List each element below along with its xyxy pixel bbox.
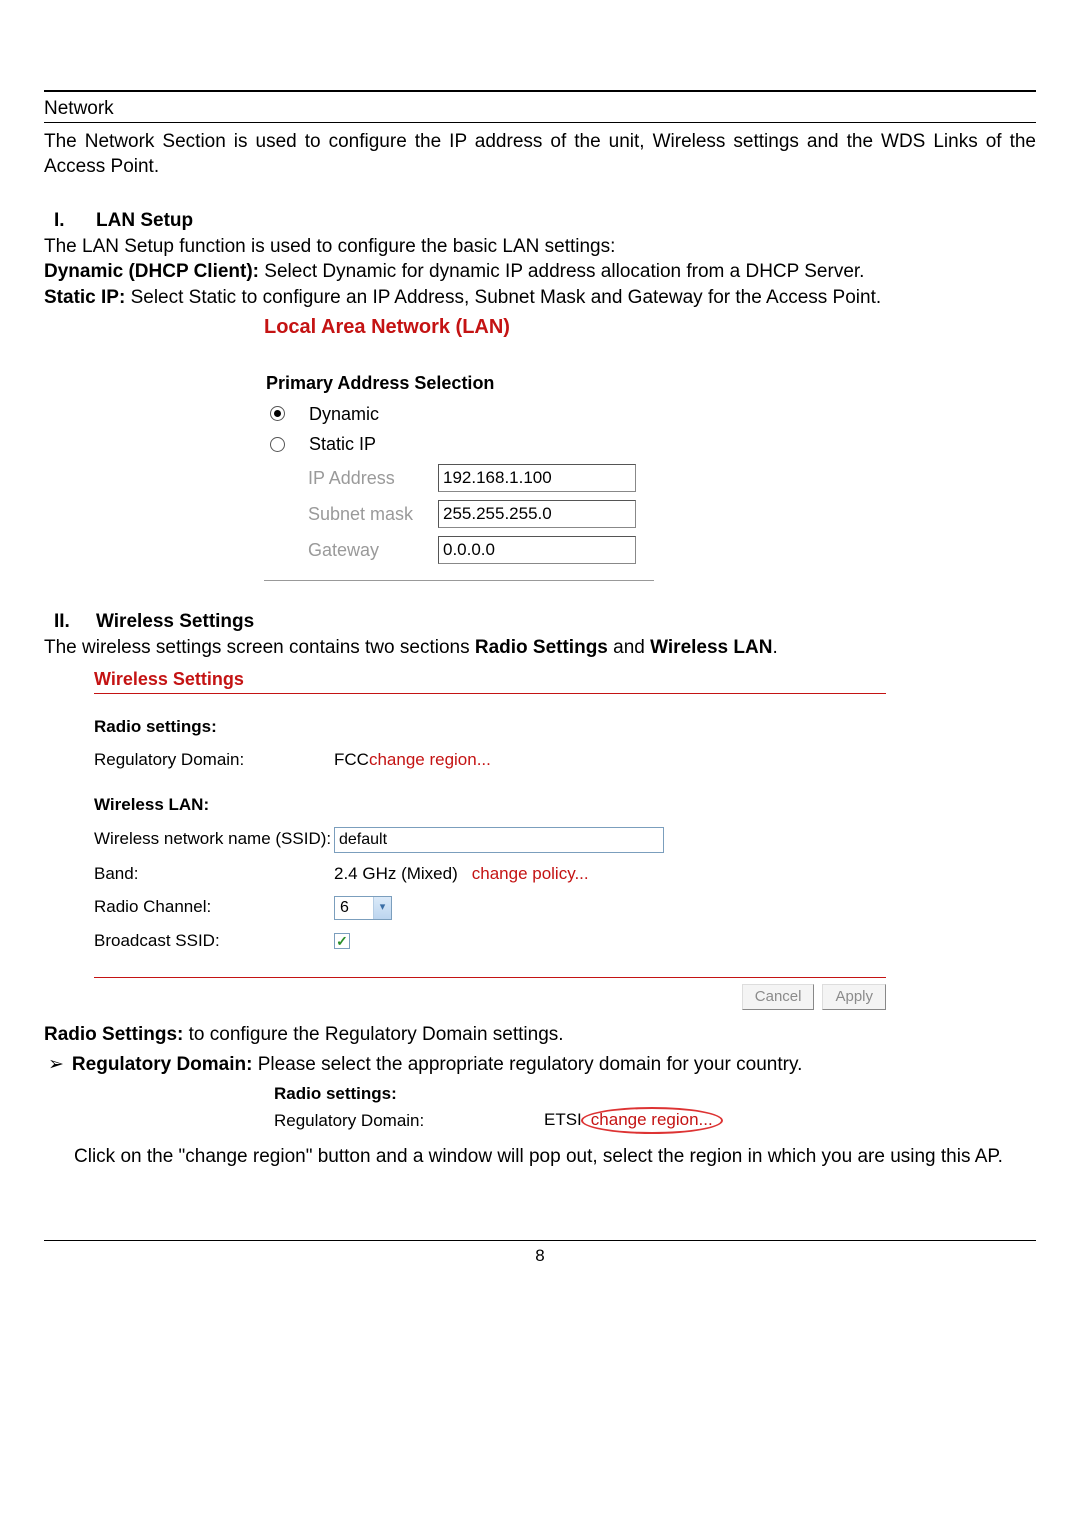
broadcast-ssid-label: Broadcast SSID: <box>94 930 334 953</box>
regulatory-domain-label2: Regulatory Domain: <box>274 1110 544 1133</box>
lan-panel-title: Local Area Network (LAN) <box>264 314 654 341</box>
radio-dynamic[interactable]: Dynamic <box>270 402 654 426</box>
apply-button[interactable]: Apply <box>822 984 886 1010</box>
lan-static: Static IP: Select Static to configure an… <box>44 285 1036 311</box>
subnet-mask-input[interactable] <box>438 500 636 528</box>
ssid-label: Wireless network name (SSID): <box>94 828 334 851</box>
broadcast-ssid-checkbox[interactable]: ✓ <box>334 933 350 949</box>
lan-panel: Local Area Network (LAN) Primary Address… <box>264 314 654 581</box>
gateway-input[interactable] <box>438 536 636 564</box>
radio-icon <box>270 406 285 421</box>
lan-intro: The LAN Setup function is used to config… <box>44 234 1036 260</box>
regulatory-domain-value: FCC <box>334 749 369 772</box>
ssid-input[interactable] <box>334 827 664 853</box>
radio-settings-head2: Radio settings: <box>274 1083 544 1106</box>
radio-static[interactable]: Static IP <box>270 432 654 456</box>
regulatory-domain-desc: ➢ Regulatory Domain: Please select the a… <box>44 1052 1036 1078</box>
radio-settings-head: Radio settings: <box>94 716 886 739</box>
band-value: 2.4 GHz (Mixed) <box>334 863 458 886</box>
chevron-down-icon: ▾ <box>373 897 391 919</box>
section-body: The Network Section is used to configure… <box>44 129 1036 180</box>
page-number: 8 <box>44 1245 1036 1268</box>
band-label: Band: <box>94 863 334 886</box>
channel-label: Radio Channel: <box>94 896 334 919</box>
lan-panel-sub: Primary Address Selection <box>266 371 654 395</box>
lan-dhcp: Dynamic (DHCP Client): Select Dynamic fo… <box>44 259 1036 285</box>
ip-address-input[interactable] <box>438 464 636 492</box>
heading-wireless: II. Wireless Settings <box>44 609 1036 635</box>
wireless-intro: The wireless settings screen contains tw… <box>44 635 1036 661</box>
wireless-panel-title: Wireless Settings <box>94 667 886 694</box>
change-region-link[interactable]: change region... <box>369 749 491 772</box>
wireless-panel: Wireless Settings Radio settings: Regula… <box>94 667 886 1010</box>
regulatory-domain-label: Regulatory Domain: <box>94 749 334 772</box>
cancel-button[interactable]: Cancel <box>742 984 815 1010</box>
change-policy-link[interactable]: change policy... <box>472 863 589 886</box>
radio-settings-desc: Radio Settings: to configure the Regulat… <box>44 1022 1036 1048</box>
gateway-label: Gateway <box>308 538 420 562</box>
ip-address-label: IP Address <box>308 466 420 490</box>
radio-icon <box>270 437 285 452</box>
change-region-instruction: Click on the "change region" button and … <box>74 1144 1036 1170</box>
section-title: Network <box>44 96 1036 122</box>
channel-select[interactable]: 6 ▾ <box>334 896 392 920</box>
regulatory-domain-value2: ETSI <box>544 1109 582 1132</box>
subnet-mask-label: Subnet mask <box>308 502 420 526</box>
heading-lan-setup: I. LAN Setup <box>44 208 1036 234</box>
change-region-highlight[interactable]: change region... <box>581 1107 723 1134</box>
wireless-lan-head: Wireless LAN: <box>94 794 886 817</box>
radio-settings-panel2: Radio settings: Regulatory Domain: ETSI … <box>274 1083 744 1134</box>
